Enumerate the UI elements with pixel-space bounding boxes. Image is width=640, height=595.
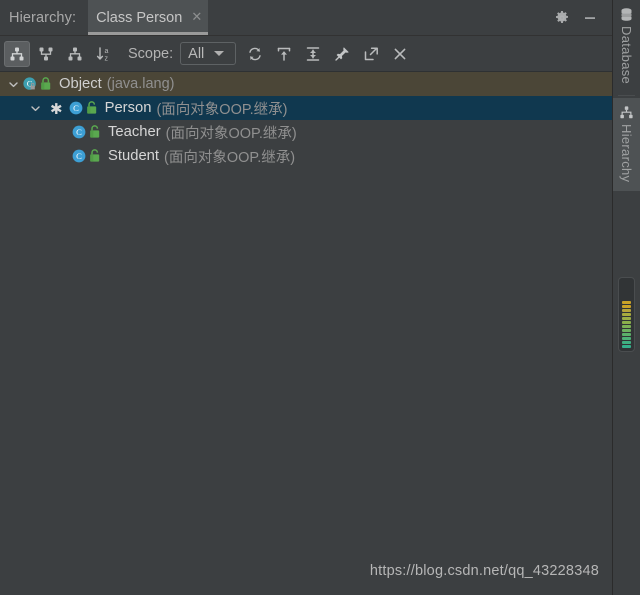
node-name: Student [108,148,160,164]
minimize-button[interactable] [578,6,602,30]
tool-window-label: Hierarchy [619,124,634,183]
minimize-icon [582,10,598,26]
stripe-mark [622,337,631,340]
hierarchy-toolbar: a z Scope: All [0,36,612,72]
class-icon: C [68,100,84,116]
node-package: (面向对象OOP.继承) [156,101,288,118]
hierarchy-tool-window-panel: Hierarchy: Class Person ✕ a z Scope: All… [0,0,640,595]
gear-icon [554,10,570,26]
stripe-mark [622,313,631,316]
node-package: (面向对象OOP.继承) [164,149,296,166]
collapse-all-button[interactable] [300,41,326,67]
unlock-icon [88,148,102,164]
expand-all-button[interactable] [271,41,297,67]
stripe-mark [622,333,631,336]
close-icon[interactable]: ✕ [191,11,202,24]
marked-node-asterisk-icon: ✱ [50,99,63,118]
subtypes-icon [66,45,84,63]
collapse-all-icon [304,45,322,63]
class-icon: C [71,124,87,140]
export-icon [362,45,380,63]
table-row[interactable]: C Student (面向对象OOP.继承) [0,144,612,168]
tab-class-person[interactable]: Class Person ✕ [88,0,209,35]
node-package: (面向对象OOP.继承) [165,125,297,142]
stripe-mark [622,345,631,348]
tab-strip: Class Person ✕ [88,0,209,35]
table-row[interactable]: ✱ C Person (面向对象OOP.继承) [0,96,612,120]
type-hierarchy-button[interactable] [4,40,30,67]
stripe-mark [622,305,631,308]
sort-alphabetically-icon: a z [95,45,113,63]
table-row[interactable]: C Teacher (面向对象OOP.继承) [0,120,612,144]
database-tool-window-button[interactable]: Database [613,0,640,93]
node-name: Teacher [108,124,161,140]
subtypes-hierarchy-button[interactable] [62,41,88,67]
watermark-text: https://blog.csdn.net/qq_43228348 [369,563,599,579]
scope-label: Scope: [128,45,174,62]
class-icon: C [71,148,87,164]
sort-alphabetically-button[interactable]: a z [91,41,117,67]
close-hierarchy-button[interactable] [387,41,413,67]
svg-text:C: C [76,151,82,161]
tool-window-divider [618,95,635,97]
settings-button[interactable] [550,6,574,30]
stripe-mark [622,325,631,328]
class-icon: C [22,76,38,92]
hierarchy-tool-window-button[interactable]: Hierarchy [613,98,640,192]
database-icon [619,7,634,22]
svg-text:C: C [76,127,82,137]
hierarchy-tree[interactable]: C Object (java.lang) ✱ C Person (面向对象OOP… [0,72,612,595]
panel-header: Hierarchy: Class Person ✕ [0,0,612,36]
node-name: Person [104,100,152,116]
open-in-new-window-button[interactable] [358,41,384,67]
stripe-mark [622,301,631,304]
refresh-button[interactable] [242,41,268,67]
hierarchy-title-label: Hierarchy: [9,9,77,26]
right-tool-window-bar: Database Hierarchy [612,0,640,595]
error-stripe-indicator[interactable] [618,277,635,352]
stripe-mark [622,329,631,332]
tab-active-underline [88,32,209,35]
expand-all-icon [275,45,293,63]
unlock-icon [88,124,102,140]
pin-tab-button[interactable] [329,41,355,67]
stripe-mark [622,321,631,324]
refresh-icon [246,45,264,63]
stripe-mark [622,317,631,320]
node-package: (java.lang) [106,76,175,92]
supertypes-icon [37,45,55,63]
close-icon [391,45,409,63]
scope-selected-value: All [188,45,205,62]
header-actions [546,0,612,35]
tool-window-label: Database [619,26,634,85]
hierarchy-panel: Hierarchy: Class Person ✕ a z Scope: All… [0,0,612,595]
svg-text:a: a [105,48,109,55]
expand-collapse-chevron-icon[interactable] [26,96,44,120]
stripe-mark [622,309,631,312]
svg-text:z: z [105,55,109,62]
pin-icon [333,45,351,63]
svg-text:C: C [73,103,79,113]
supertypes-hierarchy-button[interactable] [33,41,59,67]
stripe-mark [622,341,631,344]
chevron-down-icon [214,51,225,56]
hierarchy-icon [619,105,634,120]
type-hierarchy-icon [8,45,26,63]
scope-select[interactable]: All [180,42,237,65]
node-name: Object [59,76,102,92]
tab-label: Class Person [96,9,183,26]
expand-collapse-chevron-icon[interactable] [4,72,22,96]
unlock-icon [85,100,99,116]
table-row[interactable]: C Object (java.lang) [0,72,612,96]
lock-icon [39,76,53,92]
